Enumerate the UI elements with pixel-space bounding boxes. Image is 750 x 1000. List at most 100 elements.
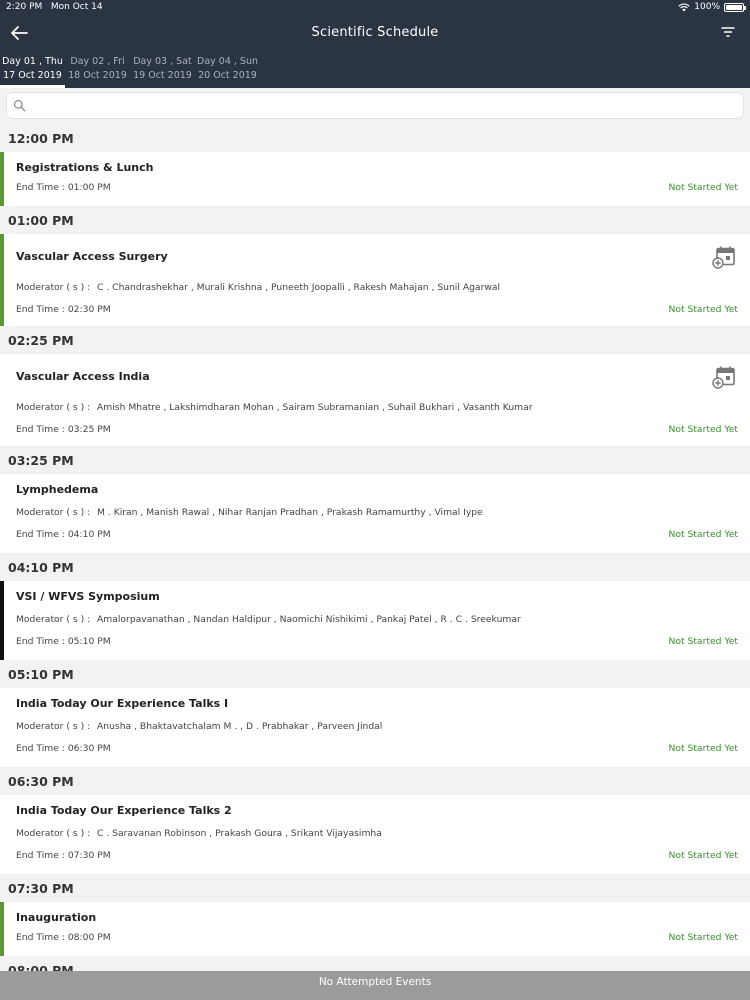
- event-card[interactable]: Inauguration End Time : 08:00 PM Not Start…: [0, 902, 750, 956]
- end-time-value: 06:30 PM: [67, 743, 111, 754]
- tab-day-4[interactable]: Day 04 , Sun 20 Oct 2019: [195, 54, 260, 88]
- event-end-time: End Time : 03:25 PM: [16, 424, 111, 435]
- event-moderators: Moderator ( s ) : Amish Mhatre , Lakshimd…: [16, 402, 533, 413]
- search-input[interactable]: [31, 97, 731, 115]
- event-end-time: End Time : 07:30 PM: [16, 850, 111, 861]
- event-title: Registrations & Lunch: [16, 161, 154, 174]
- event-moderators: Moderator ( s ) : Anusha , Bhaktavatchala…: [16, 721, 382, 732]
- event-card[interactable]: Registrations & Lunch End Time : 01:00 PM…: [0, 152, 750, 206]
- event-status: Not Started Yet: [668, 932, 738, 943]
- event-status: Not Started Yet: [668, 743, 738, 754]
- moderator-label: Moderator ( s ) :: [16, 614, 91, 625]
- status-time: 2:20 PM Mon Oct 14: [6, 2, 103, 12]
- tab-day-label: Day 04 , Sun: [197, 56, 258, 67]
- filter-icon[interactable]: [720, 24, 736, 40]
- time-slot-header: 01:00 PM: [0, 206, 750, 234]
- event-end-time: End Time : 04:10 PM: [16, 529, 111, 540]
- event-end-time: End Time : 08:00 PM: [16, 932, 111, 943]
- event-title: India Today Our Experience Talks I: [16, 697, 229, 710]
- status-right: 100%: [678, 2, 746, 12]
- search-icon: [13, 99, 26, 112]
- moderator-names: Amalorpavanathan , Nandan Haldipur , Nao…: [97, 614, 521, 625]
- page-title: Scientific Schedule: [311, 25, 439, 40]
- end-time-label: End Time :: [16, 529, 68, 540]
- navbar: Scientific Schedule: [0, 18, 750, 48]
- tab-day-1[interactable]: Day 01 , Thu 17 Oct 2019: [0, 54, 65, 88]
- event-title: Vascular Access India: [16, 370, 150, 383]
- search-bar: [6, 92, 744, 119]
- event-card[interactable]: Vascular Access Surgery Moderator ( s ) :…: [0, 234, 750, 326]
- event-card[interactable]: Lymphedema Moderator ( s ) : M . Kiran , M…: [0, 474, 750, 553]
- event-status: Not Started Yet: [668, 304, 738, 315]
- tab-date-label: 20 Oct 2019: [198, 70, 257, 81]
- time-slot-header: 06:30 PM: [0, 767, 750, 795]
- tab-date-label: 18 Oct 2019: [68, 70, 127, 81]
- event-title: VSI / WFVS Symposium: [16, 590, 160, 603]
- moderator-label: Moderator ( s ) :: [16, 402, 91, 413]
- event-status: Not Started Yet: [668, 636, 738, 647]
- end-time-value: 01:00 PM: [67, 182, 111, 193]
- time-slot-header: 03:25 PM: [0, 446, 750, 474]
- app-header: 2:20 PM Mon Oct 14 100% Scientific Sched…: [0, 0, 750, 88]
- schedule-list: 12:00 PM Registrations & Lunch End Time : …: [0, 124, 750, 984]
- end-time-value: 08:00 PM: [67, 932, 111, 943]
- end-time-value: 03:25 PM: [67, 424, 111, 435]
- event-status: Not Started Yet: [668, 424, 738, 435]
- event-moderators: Moderator ( s ) : M . Kiran , Manish Rawa…: [16, 507, 483, 518]
- event-card[interactable]: India Today Our Experience Talks 2 Modera…: [0, 795, 750, 874]
- end-time-value: 04:10 PM: [67, 529, 111, 540]
- event-status: Not Started Yet: [668, 182, 738, 193]
- end-time-value: 07:30 PM: [67, 850, 111, 861]
- event-card[interactable]: Vascular Access India Moderator ( s ) : Am…: [0, 354, 750, 446]
- event-end-time: End Time : 06:30 PM: [16, 743, 111, 754]
- event-moderators: Moderator ( s ) : C . Chandrashekhar , Mu…: [16, 282, 500, 293]
- end-time-label: End Time :: [16, 932, 68, 943]
- time-slot-header: 02:25 PM: [0, 326, 750, 354]
- event-end-time: End Time : 02:30 PM: [16, 304, 111, 315]
- end-time-label: End Time :: [16, 304, 68, 315]
- time-slot-header: 07:30 PM: [0, 874, 750, 902]
- end-time-label: End Time :: [16, 182, 68, 193]
- event-title: Vascular Access Surgery: [16, 250, 168, 263]
- tab-day-2[interactable]: Day 02 , Fri 18 Oct 2019: [65, 54, 130, 88]
- tab-date-label: 19 Oct 2019: [133, 70, 192, 81]
- moderator-names: C . Chandrashekhar , Murali Krishna , Pu…: [97, 282, 501, 293]
- add-calendar-icon[interactable]: [712, 245, 736, 269]
- tab-day-label: Day 03 , Sat: [133, 56, 192, 67]
- end-time-label: End Time :: [16, 636, 68, 647]
- event-title: Lymphedema: [16, 483, 99, 496]
- moderator-names: C . Saravanan Robinson , Prakash Goura ,…: [97, 828, 382, 839]
- event-status: Not Started Yet: [668, 850, 738, 861]
- tab-date-label: 17 Oct 2019: [3, 70, 62, 81]
- moderator-label: Moderator ( s ) :: [16, 721, 91, 732]
- moderator-label: Moderator ( s ) :: [16, 507, 91, 518]
- moderator-names: Anusha , Bhaktavatchalam M . , D . Prabh…: [97, 721, 383, 732]
- day-tabs: Day 01 , Thu 17 Oct 2019 Day 02 , Fri 18 Oc…: [0, 54, 260, 88]
- event-end-time: End Time : 01:00 PM: [16, 182, 111, 193]
- status-bar: 2:20 PM Mon Oct 14 100%: [0, 0, 750, 16]
- end-time-value: 02:30 PM: [67, 304, 111, 315]
- event-status: Not Started Yet: [668, 529, 738, 540]
- event-card[interactable]: India Today Our Experience Talks I Modera…: [0, 688, 750, 767]
- moderator-names: Amish Mhatre , Lakshimdharan Mohan , Sai…: [97, 402, 533, 413]
- battery-percent: 100%: [694, 2, 720, 12]
- time-slot-header: 04:10 PM: [0, 553, 750, 581]
- tab-day-label: Day 01 , Thu: [2, 56, 63, 67]
- event-moderators: Moderator ( s ) : C . Saravanan Robinson …: [16, 828, 382, 839]
- moderator-label: Moderator ( s ) :: [16, 828, 91, 839]
- event-title: India Today Our Experience Talks 2: [16, 804, 232, 817]
- moderator-label: Moderator ( s ) :: [16, 282, 91, 293]
- add-calendar-icon[interactable]: [712, 365, 736, 389]
- event-end-time: End Time : 05:10 PM: [16, 636, 111, 647]
- end-time-label: End Time :: [16, 850, 68, 861]
- event-title: Inauguration: [16, 911, 97, 924]
- tab-day-3[interactable]: Day 03 , Sat 19 Oct 2019: [130, 54, 195, 88]
- end-time-label: End Time :: [16, 743, 68, 754]
- event-card[interactable]: VSI / WFVS Symposium Moderator ( s ) : Ama…: [0, 581, 750, 660]
- time-slot-header: 12:00 PM: [0, 124, 750, 152]
- end-time-value: 05:10 PM: [67, 636, 111, 647]
- event-moderators: Moderator ( s ) : Amalorpavanathan , Nand…: [16, 614, 521, 625]
- wifi-icon: [678, 2, 690, 11]
- moderator-names: M . Kiran , Manish Rawal , Nihar Ranjan …: [97, 507, 483, 518]
- tab-day-label: Day 02 , Fri: [70, 56, 125, 67]
